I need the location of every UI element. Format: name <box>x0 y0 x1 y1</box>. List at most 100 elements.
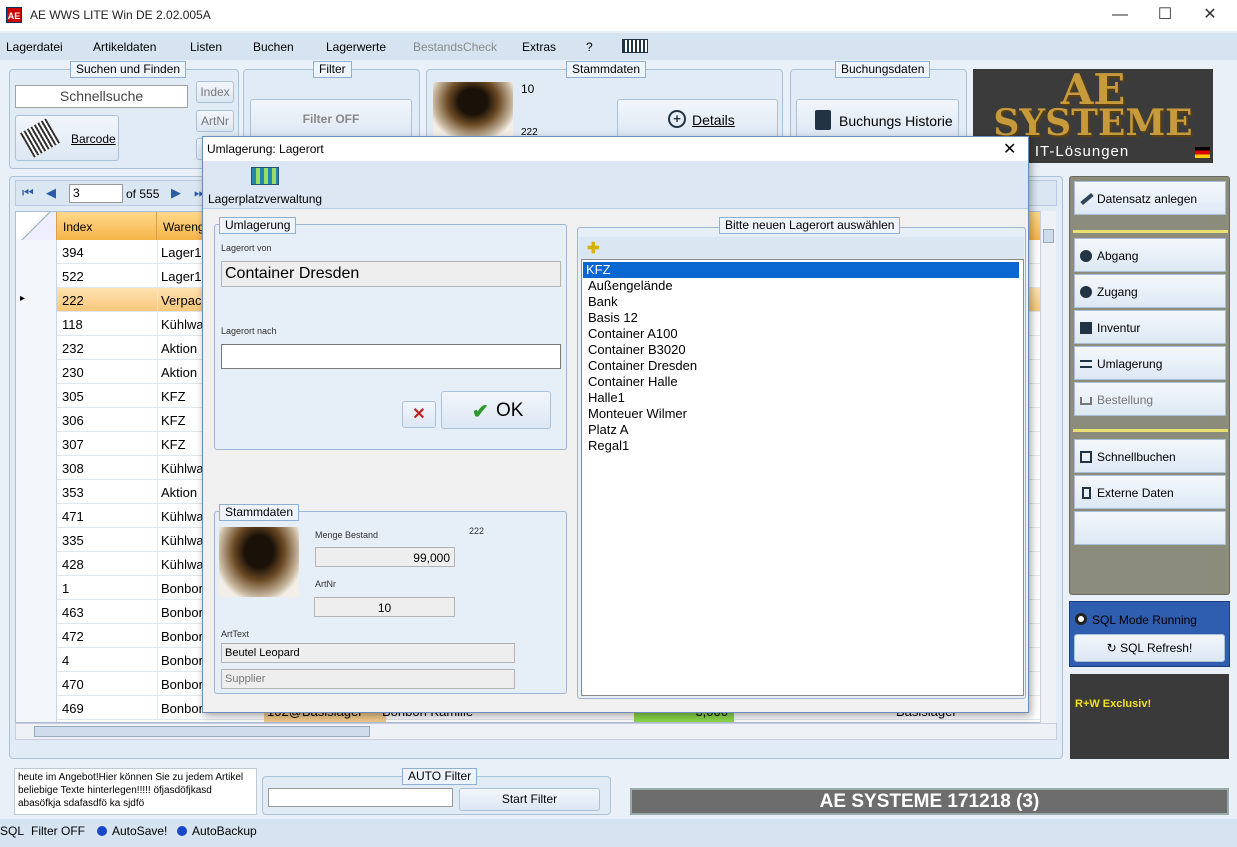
row-selector[interactable] <box>16 702 57 722</box>
horizontal-scroll-thumb[interactable] <box>34 726 370 737</box>
grid-vertical-scrollbar[interactable] <box>1040 211 1056 723</box>
buchungs-historie-button[interactable]: Buchungs Historie <box>796 99 959 139</box>
ok-button[interactable]: ✔ OK <box>441 391 551 429</box>
location-item[interactable]: Container A100 <box>585 326 1023 342</box>
artnr-button[interactable]: ArtNr <box>196 110 234 132</box>
auto-filter-input[interactable] <box>268 788 453 807</box>
filter-off-button[interactable]: Filter OFF <box>250 99 412 139</box>
cell-divider <box>157 456 158 480</box>
row-selector[interactable] <box>16 312 57 336</box>
menu-help[interactable]: ? <box>586 40 593 54</box>
keyboard-icon[interactable] <box>622 39 648 53</box>
location-item[interactable]: Container B3020 <box>585 342 1023 358</box>
cell-index: 428 <box>62 557 84 572</box>
location-item[interactable]: Bank <box>585 294 1023 310</box>
grid-horizontal-scrollbar[interactable] <box>15 723 1057 740</box>
notice-text: heute im Angebot!Hier können Sie zu jede… <box>14 768 257 815</box>
row-selector[interactable] <box>16 504 57 528</box>
inventur-button[interactable]: Inventur <box>1074 310 1226 344</box>
cancel-button[interactable]: ✕ <box>402 401 436 428</box>
row-selector[interactable] <box>16 576 57 600</box>
index-button[interactable]: Index <box>196 81 234 103</box>
menu-lagerdatei[interactable]: Lagerdatei <box>6 40 63 54</box>
location-item[interactable]: Monteuer Wilmer <box>585 406 1023 422</box>
cell-warengruppe: Aktion <box>161 341 198 356</box>
externe-daten-button[interactable]: Externe Daten <box>1074 475 1226 509</box>
row-selector[interactable] <box>16 408 57 432</box>
row-selector[interactable] <box>16 600 57 624</box>
location-item[interactable]: Halle1 <box>585 390 1023 406</box>
lagerplatz-icon[interactable] <box>251 167 279 185</box>
location-item[interactable]: Container Halle <box>585 374 1023 390</box>
row-selector[interactable] <box>16 456 57 480</box>
row-selector[interactable] <box>16 624 57 648</box>
artnr-label: ArtNr <box>315 579 336 589</box>
row-selector[interactable] <box>16 360 57 384</box>
dialog-close-button[interactable]: ✕ <box>1003 139 1016 159</box>
prev-record-icon[interactable]: ◀ <box>46 185 56 201</box>
barcode-button[interactable]: Barcode <box>15 115 119 161</box>
row-selector[interactable] <box>16 648 57 672</box>
location-item[interactable]: Außengelände <box>585 278 1023 294</box>
sidebar-divider <box>1073 230 1228 233</box>
details-button[interactable]: + Details <box>617 99 778 139</box>
sql-refresh-label: SQL Refresh! <box>1120 641 1193 655</box>
row-selector[interactable] <box>16 240 57 264</box>
lagerplatzverwaltung-label[interactable]: Lagerplatzverwaltung <box>208 192 322 206</box>
autobackup-dot-icon <box>177 826 187 836</box>
location-list[interactable]: KFZ Außengelände Bank Basis 12 Container A10… <box>581 259 1024 696</box>
sidebar-divider <box>1073 429 1228 432</box>
close-window-button[interactable]: ✕ <box>1187 0 1233 31</box>
cell-index: 463 <box>62 605 84 620</box>
vertical-scroll-thumb[interactable] <box>1043 229 1054 243</box>
row-selector[interactable] <box>16 264 57 288</box>
page-input[interactable]: 3 <box>69 184 123 203</box>
cancel-x-icon: ✕ <box>412 406 426 423</box>
umlagerung-label: Umlagerung <box>1097 357 1163 371</box>
row-selector[interactable] <box>16 552 57 576</box>
bestellung-button[interactable]: Bestellung <box>1074 382 1226 416</box>
buchungs-historie-label: Buchungs Historie <box>839 113 953 129</box>
stammdaten-panel: Stammdaten 10 222 + Details <box>426 61 783 139</box>
datensatz-anlegen-button[interactable]: Datensatz anlegen <box>1074 181 1226 215</box>
menu-listen[interactable]: Listen <box>190 40 222 54</box>
location-item[interactable]: Container Dresden <box>585 358 1023 374</box>
lagerort-nach-input[interactable] <box>221 344 561 369</box>
abgang-button[interactable]: Abgang <box>1074 238 1226 272</box>
empty-sidebar-button[interactable] <box>1074 511 1226 545</box>
add-location-icon[interactable]: ✚ <box>587 239 600 257</box>
umlagerung-button[interactable]: Umlagerung <box>1074 346 1226 380</box>
schnellbuchen-button[interactable]: Schnellbuchen <box>1074 439 1226 473</box>
cell-index: 522 <box>62 269 84 284</box>
next-record-icon[interactable]: ▶ <box>171 185 181 201</box>
row-selector[interactable] <box>16 528 57 552</box>
menu-lagerwerte[interactable]: Lagerwerte <box>326 40 386 54</box>
menu-bestandscheck[interactable]: BestandsCheck <box>413 40 497 54</box>
row-selector[interactable] <box>16 432 57 456</box>
menu-extras[interactable]: Extras <box>522 40 556 54</box>
cell-divider <box>157 288 158 312</box>
column-header-index[interactable]: Index <box>57 212 157 240</box>
row-selector[interactable] <box>16 336 57 360</box>
start-filter-button[interactable]: Start Filter <box>459 788 600 811</box>
row-selector[interactable]: ▸ <box>16 288 57 312</box>
quick-search-input[interactable]: Schnellsuche <box>15 85 188 108</box>
menu-buchen[interactable]: Buchen <box>253 40 294 54</box>
row-selector[interactable] <box>16 480 57 504</box>
row-selector[interactable] <box>16 672 57 696</box>
dialog-stammdaten-title: Stammdaten <box>219 504 300 521</box>
menu-artikeldaten[interactable]: Artikeldaten <box>93 40 156 54</box>
location-item[interactable]: Basis 12 <box>585 310 1023 326</box>
arttext-field: Beutel Leopard <box>221 643 515 663</box>
zugang-button[interactable]: Zugang <box>1074 274 1226 308</box>
location-item[interactable]: Platz A <box>585 422 1023 438</box>
grid-corner[interactable] <box>16 212 57 240</box>
first-record-icon[interactable]: ⏮ <box>22 185 34 201</box>
minimize-button[interactable]: — <box>1097 0 1143 31</box>
maximize-button[interactable]: ☐ <box>1142 0 1188 31</box>
row-selector[interactable] <box>16 384 57 408</box>
sql-radio-icon[interactable] <box>1075 613 1087 625</box>
sql-refresh-button[interactable]: ↻ SQL Refresh! <box>1074 634 1225 662</box>
location-item[interactable]: Regal1 <box>585 438 1023 454</box>
location-item[interactable]: KFZ <box>583 262 1019 278</box>
